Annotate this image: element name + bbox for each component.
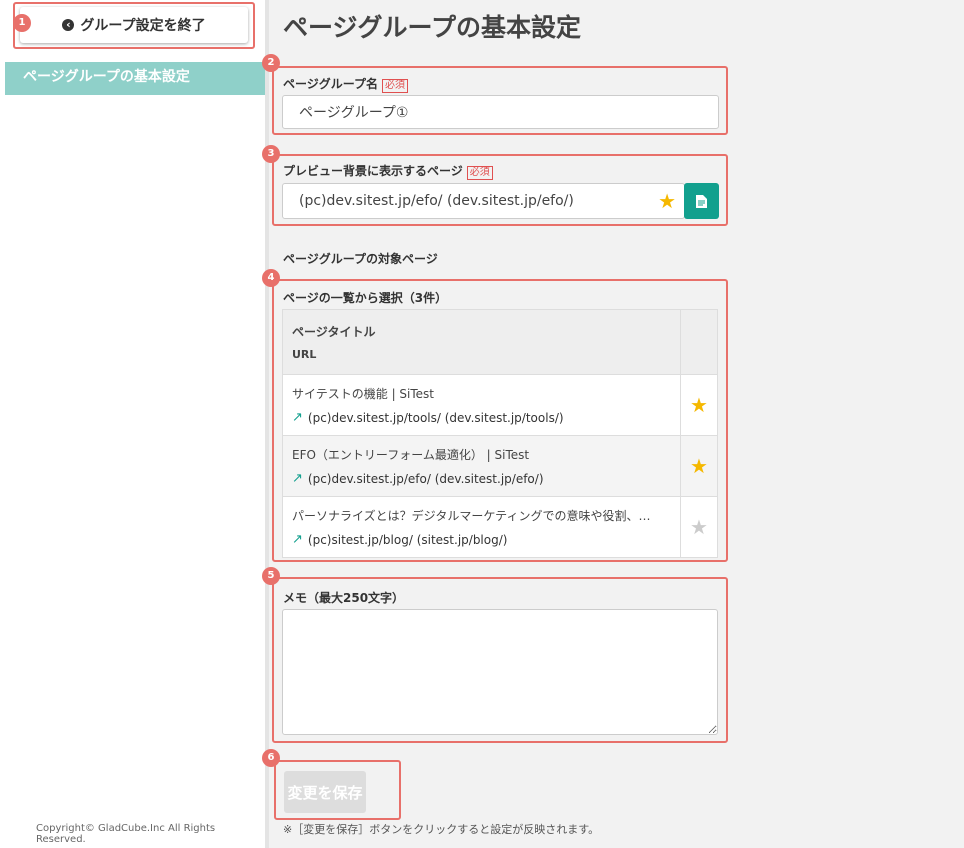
preview-page-input[interactable]: (pc)dev.sitest.jp/efo/ (dev.sitest.jp/ef… <box>282 183 685 219</box>
group-name-value: ページグループ① <box>299 105 409 121</box>
document-icon <box>696 194 707 208</box>
table-cell-page: パーソナライズとは？デジタルマーケティングでの意味や役割、… ↗ (pc)site… <box>282 496 681 558</box>
preview-page-label: プレビュー背景に表示するページ 必須 <box>283 162 493 180</box>
sidebar-item-basic-settings[interactable]: ページグループの基本設定 <box>5 62 265 95</box>
star-icon[interactable]: ★ <box>690 454 708 478</box>
annotation-badge-2: 2 <box>262 54 280 72</box>
preview-page-label-text: プレビュー背景に表示するページ <box>283 164 463 178</box>
annotation-badge-6: 6 <box>262 749 280 767</box>
external-link-icon: ↗ <box>292 471 303 486</box>
preview-page-value: (pc)dev.sitest.jp/efo/ (dev.sitest.jp/ef… <box>299 193 574 209</box>
table-cell-page: サイテストの機能 | SiTest ↗ (pc)dev.sitest.jp/too… <box>282 374 681 436</box>
copyright: Copyright© GladCube.Inc All Rights Reser… <box>36 823 216 845</box>
exit-button-label: グループ設定を終了 <box>80 18 206 34</box>
annotation-badge-5: 5 <box>262 567 280 585</box>
table-row[interactable]: パーソナライズとは？デジタルマーケティングでの意味や役割、… ↗ (pc)site… <box>282 496 718 558</box>
page-url-text: (pc)sitest.jp/blog/ (sitest.jp/blog/) <box>307 532 508 547</box>
star-icon[interactable]: ★ <box>690 393 708 417</box>
save-changes-button[interactable]: 変更を保存 <box>284 771 366 813</box>
external-link-icon: ↗ <box>292 532 303 547</box>
sidebar-item-label: ページグループの基本設定 <box>23 69 190 85</box>
save-note: ※［変更を保存］ボタンをクリックすると設定が反映されます。 <box>283 823 600 836</box>
annotation-badge-1: 1 <box>13 14 31 32</box>
page-url[interactable]: ↗ (pc)sitest.jp/blog/ (sitest.jp/blog/) <box>292 532 679 547</box>
required-badge: 必須 <box>466 166 493 180</box>
sidebar: ‹ グループ設定を終了 ページグループの基本設定 Copyright© Glad… <box>0 0 266 848</box>
page-title-text: サイテストの機能 | SiTest <box>292 387 435 401</box>
header-url-text: URL <box>292 348 317 361</box>
table-cell-star: ★ <box>680 374 718 436</box>
star-outline-icon[interactable]: ★ <box>690 515 708 539</box>
target-pages-section-title: ページグループの対象ページ <box>283 252 438 266</box>
main-content: ページグループの基本設定 ページグループ名 必須 ページグループ① プレビュー背景… <box>269 0 964 848</box>
page-title: ページグループの基本設定 <box>283 13 582 42</box>
required-badge: 必須 <box>382 79 409 93</box>
page-title-text: パーソナライズとは？デジタルマーケティングでの意味や役割、… <box>292 509 651 523</box>
memo-textarea[interactable] <box>282 609 718 735</box>
star-icon[interactable]: ★ <box>658 189 676 213</box>
table-row[interactable]: EFO（エントリーフォーム最適化） | SiTest ↗ (pc)dev.site… <box>282 435 718 497</box>
annotation-badge-4: 4 <box>262 269 280 287</box>
page-url[interactable]: ↗ (pc)dev.sitest.jp/efo/ (dev.sitest.jp/e… <box>292 471 679 486</box>
table-cell-page: EFO（エントリーフォーム最適化） | SiTest ↗ (pc)dev.site… <box>282 435 681 497</box>
select-page-button[interactable] <box>684 183 719 219</box>
exit-group-settings-button[interactable]: ‹ グループ設定を終了 <box>20 7 248 43</box>
group-name-label: ページグループ名 必須 <box>283 75 409 93</box>
chevron-left-circle-icon: ‹ <box>62 19 75 31</box>
annotation-badge-3: 3 <box>262 145 280 163</box>
page-url-text: (pc)dev.sitest.jp/tools/ (dev.sitest.jp/… <box>307 410 564 425</box>
table-header-row: ページタイトル URL <box>282 309 718 375</box>
external-link-icon: ↗ <box>292 410 303 425</box>
header-title-text: ページタイトル <box>292 325 376 339</box>
page-list-label: ページの一覧から選択（3件） <box>283 291 448 305</box>
group-name-input[interactable]: ページグループ① <box>282 95 719 129</box>
table-cell-star: ★ <box>680 496 718 558</box>
table-header-star <box>680 309 718 375</box>
page-url[interactable]: ↗ (pc)dev.sitest.jp/tools/ (dev.sitest.jp… <box>292 410 679 425</box>
page-list-table: ページタイトル URL サイテストの機能 | SiTest ↗ (pc)dev.s… <box>282 309 718 558</box>
table-row[interactable]: サイテストの機能 | SiTest ↗ (pc)dev.sitest.jp/too… <box>282 374 718 436</box>
table-header-title: ページタイトル URL <box>282 309 681 375</box>
memo-label: メモ（最大250文字） <box>283 591 405 605</box>
group-name-label-text: ページグループ名 <box>283 77 379 91</box>
page-url-text: (pc)dev.sitest.jp/efo/ (dev.sitest.jp/ef… <box>307 471 544 486</box>
page-title-text: EFO（エントリーフォーム最適化） | SiTest <box>292 448 530 462</box>
table-cell-star: ★ <box>680 435 718 497</box>
